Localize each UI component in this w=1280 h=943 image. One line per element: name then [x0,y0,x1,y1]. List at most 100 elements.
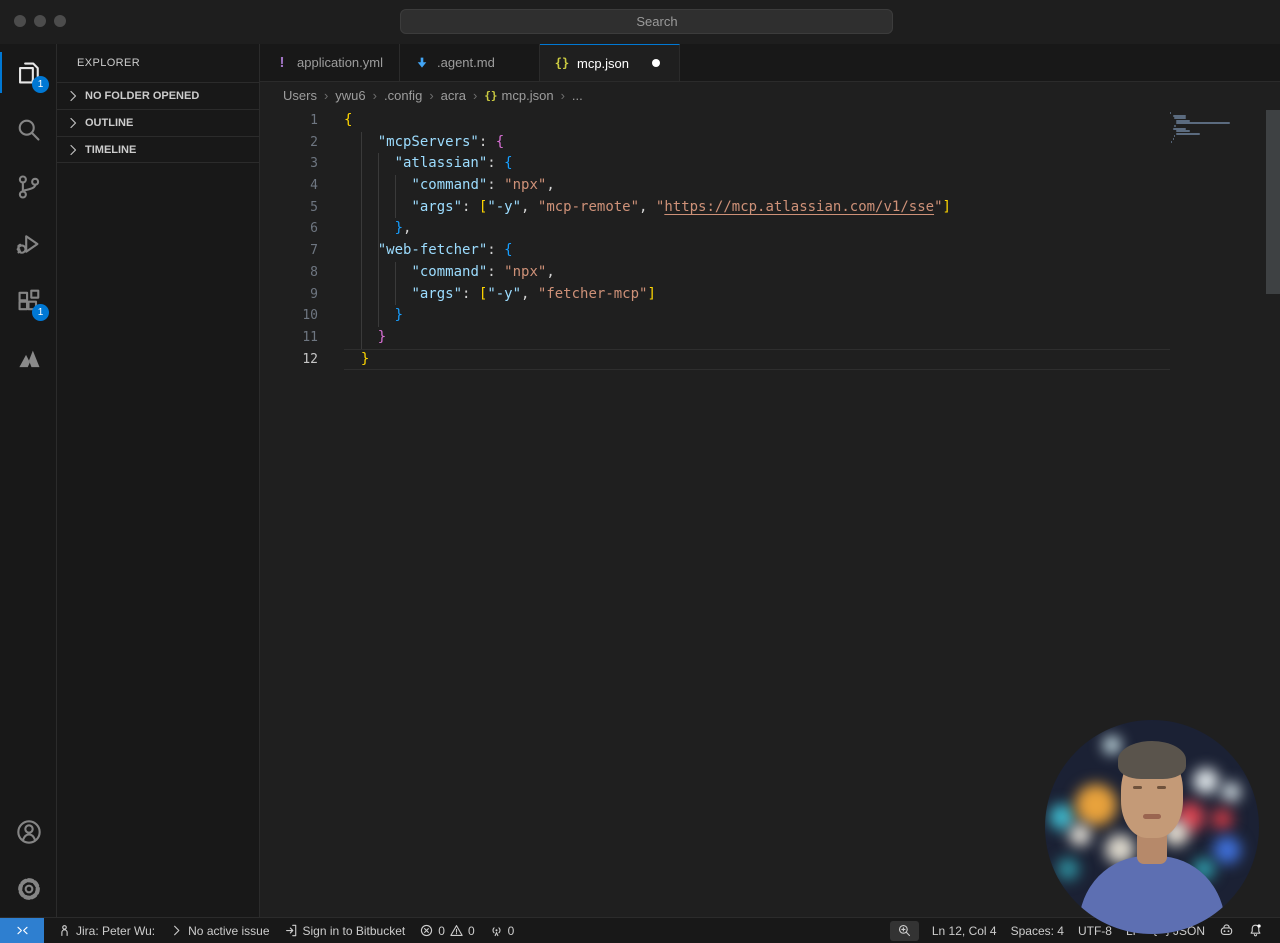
command-center-search[interactable]: Search [400,9,893,34]
breadcrumb-item-mcpjson[interactable]: {} mcp.json [484,88,553,103]
status-zoom-level[interactable] [889,920,919,941]
bokeh-light [1069,824,1091,846]
activity-bar: 11 [0,44,57,917]
status-indentation[interactable]: Spaces: 4 [1004,918,1071,943]
breadcrumb-separator: › [472,87,478,103]
editor-scrollbar[interactable] [1266,110,1280,294]
copilot-icon[interactable] [904,9,924,29]
zoom-button[interactable] [54,15,66,27]
activity-item-extensions[interactable]: 1 [0,272,57,329]
line-content: "args": ["-y", "fetcher-mcp"] [411,285,656,302]
status-remote-indicator[interactable] [0,918,44,943]
breadcrumb: Users › ywu6 › .config › acra › {} mcp.json ›... [260,82,1280,108]
editor-more-actions-icon[interactable] [1250,54,1268,72]
code-line-1[interactable]: 1{ [260,110,1280,132]
status-cursor-position[interactable]: Ln 12, Col 4 [925,918,1004,943]
activity-item-explorer[interactable]: 1 [0,44,57,101]
status-ports[interactable]: 0 [482,918,522,943]
breadcrumb-separator: › [323,87,329,103]
account-icon [15,818,43,846]
sidebar-section-timeline[interactable]: TIMELINE [57,136,259,163]
breadcrumb-item-config[interactable]: .config [384,88,422,103]
forward-arrow-icon[interactable] [368,10,388,32]
tab-mcp-json[interactable]: {} mcp.json [540,44,680,81]
activity-item-accounts[interactable] [0,803,57,860]
activity-item-atlassian[interactable] [0,329,57,386]
split-editor-icon[interactable] [1216,54,1234,72]
source-control-icon [15,173,43,201]
code-line-5[interactable]: 5 "args": ["-y", "mcp-remote", "https://… [260,197,1280,219]
extensions-badge: 1 [32,304,49,321]
code-line-12[interactable]: 12 } [260,349,1280,371]
explorer-badge: 1 [32,76,49,93]
search-label: Search [636,14,678,29]
status-jira-status[interactable]: Jira: Peter Wu: [50,918,162,943]
code-line-9[interactable]: 9 "args": ["-y", "fetcher-mcp"] [260,284,1280,306]
line-content: "args": ["-y", "mcp-remote", "https://mc… [411,198,951,215]
explorer-sidebar: EXPLORER NO FOLDER OPENED OUTLINE TIMELINE [57,44,260,917]
breadcrumb-item-[interactable]: ... [572,88,583,103]
status-active-issue[interactable]: No active issue [162,918,276,943]
breadcrumb-separator: › [560,87,565,103]
chevron-right-icon [65,142,81,158]
minimap-line [1174,124,1176,127]
line-content: } [394,307,404,324]
minimap-line [1175,122,1230,125]
minimap[interactable] [1170,112,1256,143]
sidebar-section-no-folder-opened[interactable]: NO FOLDER OPENED [57,82,259,109]
back-arrow-icon[interactable] [334,10,354,32]
line-content: "command": "npx", [411,263,555,280]
breadcrumb-label: acra [440,87,466,103]
code-line-4[interactable]: 4 "command": "npx", [260,175,1280,197]
bokeh-light [1075,784,1117,826]
person-hair [1118,741,1186,779]
tab-application-yml[interactable]: ! application.yml [260,44,400,81]
minimize-button[interactable] [34,15,46,27]
explorer-more-actions-icon[interactable] [227,54,245,72]
line-content: } [377,328,387,345]
activity-item-settings[interactable] [0,860,57,917]
code-line-2[interactable]: 2 "mcpServers": { [260,132,1280,154]
line-number: 4 [310,178,318,194]
modified-dot[interactable] [652,59,661,67]
sidebar-section-outline[interactable]: OUTLINE [57,109,259,136]
code-line-7[interactable]: 7 "web-fetcher": { [260,240,1280,262]
customize-layout-icon[interactable] [1149,11,1168,30]
tab-agent-md[interactable]: .agent.md [400,44,540,81]
line-number: 3 [310,156,318,172]
code-line-3[interactable]: 3 "atlassian": { [260,153,1280,175]
person-eye [1133,786,1142,789]
activity-item-search[interactable] [0,101,57,158]
line-content: "command": "npx", [411,177,555,194]
code-line-6[interactable]: 6 }, [260,218,1280,240]
section-label: OUTLINE [85,117,134,129]
activity-item-run-debug[interactable] [0,215,57,272]
code-line-11[interactable]: 11 } [260,327,1280,349]
status-notifications[interactable] [1241,918,1270,943]
chevron-right-icon [65,88,81,104]
code-line-8[interactable]: 8 "command": "npx", [260,262,1280,284]
code-line-10[interactable]: 10 } [260,305,1280,327]
atlassian-sse-link[interactable]: https://mcp.atlassian.com/v1/sse [664,199,934,215]
toggle-sidebar-icon[interactable] [1181,11,1200,30]
error-icon [419,923,434,938]
line-number: 11 [302,329,318,345]
breadcrumb-item-ywu6[interactable]: ywu6 [335,88,365,103]
breadcrumb-item-acra[interactable]: acra [441,88,466,103]
problems-text: 0 [467,923,475,938]
bokeh-light [1049,804,1075,830]
line-content: }, [394,220,412,237]
activity-item-source-control[interactable] [0,158,57,215]
chevron-down-icon[interactable] [926,13,938,25]
line-number: 2 [310,134,318,150]
indent-guide [394,261,396,306]
status-problems[interactable]: 00 [412,918,481,943]
breadcrumb-item-Users[interactable]: Users [283,88,317,103]
status-bitbucket-signin[interactable]: Sign in to Bitbucket [277,918,413,943]
toggle-secondary-sidebar-icon[interactable] [1245,11,1264,30]
close-button[interactable] [14,15,26,27]
line-number: 10 [302,308,318,324]
toggle-panel-icon[interactable] [1213,11,1232,30]
webcam-overlay [1045,720,1259,934]
bokeh-light [1213,836,1241,864]
